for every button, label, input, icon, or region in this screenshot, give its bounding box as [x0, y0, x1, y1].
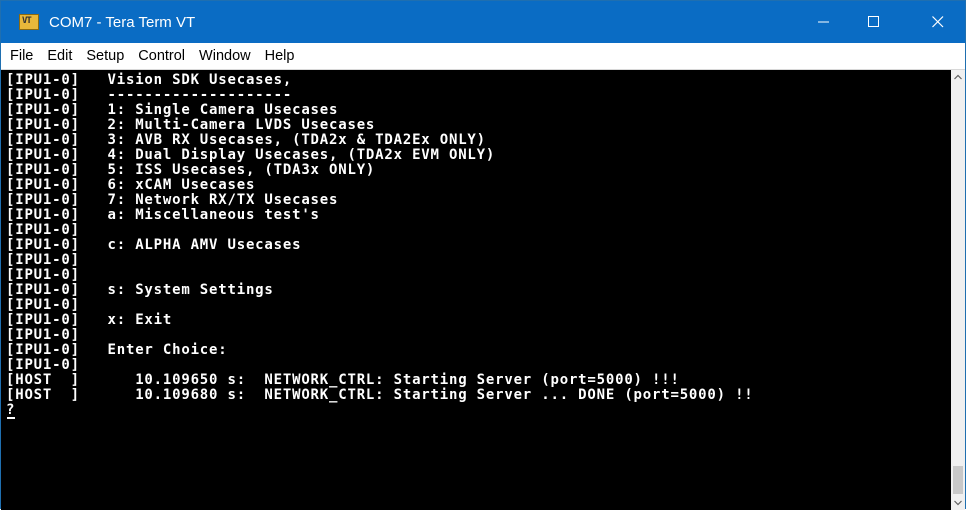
terminal-cursor	[7, 417, 15, 419]
maximize-button[interactable]	[851, 1, 897, 43]
terminal-line: [IPU1-0]	[6, 222, 80, 238]
terminal-line: [IPU1-0] 2: Multi-Camera LVDS Usecases	[6, 117, 376, 133]
terminal-line: [IPU1-0] s: System Settings	[6, 282, 274, 298]
terminal-line: [IPU1-0] c: ALPHA AMV Usecases	[6, 237, 302, 253]
window-title: COM7 - Tera Term VT	[49, 13, 196, 31]
terminal-line: [IPU1-0]	[6, 267, 80, 283]
terminal-line: [IPU1-0] 6: xCAM Usecases	[6, 177, 256, 193]
tera-term-window: VT COM7 - Tera Term VT File Edit Setup C…	[0, 0, 966, 510]
vertical-scrollbar[interactable]	[951, 70, 965, 510]
terminal-line: [IPU1-0] --------------------	[6, 87, 293, 103]
terminal-line: [IPU1-0] 1: Single Camera Usecases	[6, 102, 339, 118]
close-icon	[932, 16, 944, 28]
menu-file[interactable]: File	[1, 43, 40, 69]
terminal-line: [IPU1-0] 5: ISS Usecases, (TDA3x ONLY)	[6, 162, 376, 178]
minimize-button[interactable]	[801, 1, 847, 43]
chevron-down-icon	[954, 500, 962, 506]
terminal-line: [IPU1-0] 3: AVB RX Usecases, (TDA2x & TD…	[6, 132, 486, 148]
app-icon-label: VT	[22, 16, 32, 26]
close-button[interactable]	[915, 1, 961, 43]
title-bar[interactable]: VT COM7 - Tera Term VT	[1, 1, 965, 43]
terminal-line: [IPU1-0] 4: Dual Display Usecases, (TDA2…	[6, 147, 496, 163]
menu-control[interactable]: Control	[131, 43, 192, 69]
scroll-down-button[interactable]	[951, 496, 965, 510]
terminal-line: [IPU1-0] Vision SDK Usecases,	[6, 72, 293, 88]
menu-window[interactable]: Window	[192, 43, 258, 69]
chevron-up-icon	[954, 74, 962, 80]
terminal-line: [IPU1-0] Enter Choice:	[6, 342, 228, 358]
terminal-line: [IPU1-0] a: Miscellaneous test's	[6, 207, 320, 223]
terminal-line: [IPU1-0] x: Exit	[6, 312, 173, 328]
terminal-line: [IPU1-0]	[6, 357, 80, 373]
terminal-line: [IPU1-0]	[6, 252, 80, 268]
terminal-line: [IPU1-0]	[6, 327, 80, 343]
menu-bar: File Edit Setup Control Window Help	[1, 43, 965, 70]
menu-edit[interactable]: Edit	[40, 43, 79, 69]
scroll-up-button[interactable]	[951, 70, 965, 84]
scroll-thumb[interactable]	[953, 466, 963, 494]
terminal-line: [HOST ] 10.109650 s: NETWORK_CTRL: Start…	[6, 372, 680, 388]
terminal-screen[interactable]: [IPU1-0] Vision SDK Usecases, [IPU1-0] -…	[1, 70, 951, 510]
terminal-line: ?	[6, 402, 16, 418]
terminal-line: [HOST ] 10.109680 s: NETWORK_CTRL: Start…	[6, 387, 754, 403]
menu-setup[interactable]: Setup	[79, 43, 131, 69]
minimize-icon	[818, 21, 829, 23]
menu-help[interactable]: Help	[258, 43, 302, 69]
terminal-line: [IPU1-0] 7: Network RX/TX Usecases	[6, 192, 339, 208]
terminal-line: [IPU1-0]	[6, 297, 80, 313]
tera-term-app-icon[interactable]: VT	[19, 14, 39, 30]
maximize-icon	[868, 16, 879, 27]
